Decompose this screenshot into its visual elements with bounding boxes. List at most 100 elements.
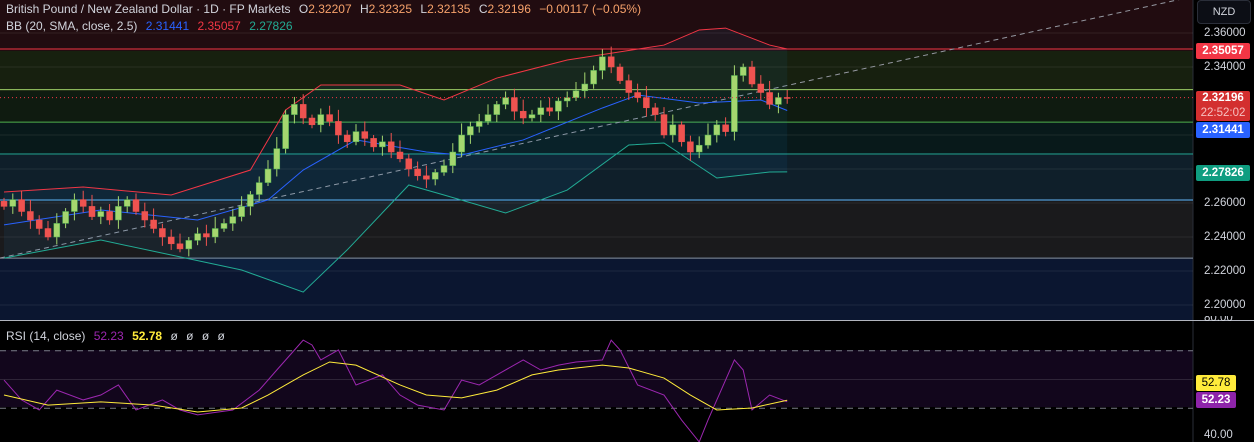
candle-body <box>132 199 140 212</box>
change-value: −0.00117 (−0.05%) <box>539 2 642 16</box>
candle-body <box>678 124 685 143</box>
candle-body <box>62 211 69 224</box>
candle-body <box>35 219 43 229</box>
candle-body <box>291 104 298 115</box>
candle-body <box>141 211 149 221</box>
candle-body <box>731 75 738 132</box>
high-label: H <box>359 2 369 16</box>
rsi-extra: ø <box>201 329 210 343</box>
candle-body <box>71 199 78 212</box>
candle-body <box>757 83 765 93</box>
candle-body <box>150 219 157 229</box>
rsi-extra: ø <box>217 329 225 343</box>
candle-body <box>115 206 122 221</box>
open-value: 2.32207 <box>308 2 352 16</box>
candle-body <box>9 199 17 207</box>
candle-body <box>185 240 193 250</box>
rsi-band <box>0 350 1193 407</box>
rsi-tick: 40.00 <box>1204 429 1233 441</box>
candle-body <box>352 131 360 143</box>
close-value: 2.32196 <box>487 2 531 16</box>
candle-body <box>634 92 641 98</box>
candle-body <box>79 199 87 207</box>
candle-body <box>607 56 615 68</box>
candle-body <box>396 151 404 160</box>
candle-body <box>247 194 254 207</box>
rsi-tick: 80.00 <box>1204 316 1233 324</box>
candle-body <box>308 117 316 126</box>
last-price-badge: 2.32196 22:52:02 <box>1196 91 1250 121</box>
candle-body <box>502 97 509 105</box>
candle-body <box>458 134 465 153</box>
rsi-label: RSI (14, close) <box>6 329 86 343</box>
candle-body <box>590 70 597 85</box>
symbol-legend: British Pound / New Zealand Dollar · 1D … <box>6 2 646 16</box>
candle-body <box>123 199 131 207</box>
candle-body <box>493 104 501 115</box>
price-tick: 2.36000 <box>1204 27 1246 39</box>
candle-body <box>783 97 791 99</box>
bb-label: BB (20, SMA, close, 2.5) <box>6 19 138 33</box>
candle-body <box>229 216 237 224</box>
candle-body <box>379 141 386 148</box>
candle-body <box>651 107 659 115</box>
candle-body <box>88 206 96 217</box>
price-tick: 2.24000 <box>1204 231 1246 243</box>
candle-body <box>475 121 483 127</box>
last-price: 2.32196 <box>1202 92 1244 104</box>
currency-button[interactable]: NZD <box>1197 0 1251 24</box>
candle-body <box>739 66 747 76</box>
candle-body <box>405 158 413 170</box>
rsi-ma-value: 52.78 <box>132 329 163 343</box>
candle-body <box>317 114 325 126</box>
candle-body <box>431 172 439 180</box>
candle-body <box>0 201 8 207</box>
candle-body <box>255 182 263 195</box>
candle-body <box>775 97 782 105</box>
candle-body <box>528 114 536 119</box>
candle-body <box>440 165 448 173</box>
bb-upper-value: 2.35057 <box>197 19 241 33</box>
candle-body <box>159 228 166 238</box>
rsi-ma-badge: 52.78 <box>1196 375 1236 391</box>
price-chart[interactable] <box>0 0 1254 442</box>
candle-body <box>467 126 474 136</box>
candle-body <box>273 148 281 170</box>
candle-body <box>264 168 272 183</box>
price-tick: 2.22000 <box>1204 265 1246 277</box>
candle-body <box>44 228 52 238</box>
bb-lower-badge: 2.27826 <box>1196 165 1250 181</box>
bb-legend[interactable]: BB (20, SMA, close, 2.5) 2.31441 2.35057… <box>6 19 298 33</box>
candle-body <box>282 114 289 149</box>
candle-body <box>519 110 527 119</box>
price-tick: 2.26000 <box>1204 197 1246 209</box>
candle-body <box>537 107 545 115</box>
candle-body <box>563 97 571 102</box>
candle-body <box>211 228 219 238</box>
symbol-title: British Pound / New Zealand Dollar · 1D … <box>6 2 291 16</box>
candle-body <box>238 206 245 217</box>
candle-body <box>106 211 113 221</box>
rsi-legend[interactable]: RSI (14, close) 52.23 52.78 ø ø ø ø <box>6 329 230 343</box>
candle-body <box>370 138 377 148</box>
candle-body <box>713 124 721 136</box>
candle-body <box>194 233 201 241</box>
candle-body <box>326 114 333 122</box>
candle-body <box>414 168 421 177</box>
candle-body <box>203 233 210 238</box>
open-label: O <box>298 2 309 16</box>
bar-countdown: 22:52:02 <box>1200 107 1246 119</box>
candle-body <box>616 66 624 81</box>
candle-body <box>167 236 175 245</box>
candle-body <box>766 92 773 105</box>
candle-body <box>687 141 694 153</box>
candle-body <box>176 243 184 250</box>
candle-body <box>484 114 492 122</box>
candle-body <box>449 151 457 166</box>
candle-body <box>343 134 351 143</box>
candle-body <box>555 100 562 112</box>
bb-basis-value: 2.31441 <box>145 19 190 33</box>
candle-body <box>361 131 369 139</box>
candle-body <box>572 90 580 98</box>
candle-body <box>660 114 668 136</box>
